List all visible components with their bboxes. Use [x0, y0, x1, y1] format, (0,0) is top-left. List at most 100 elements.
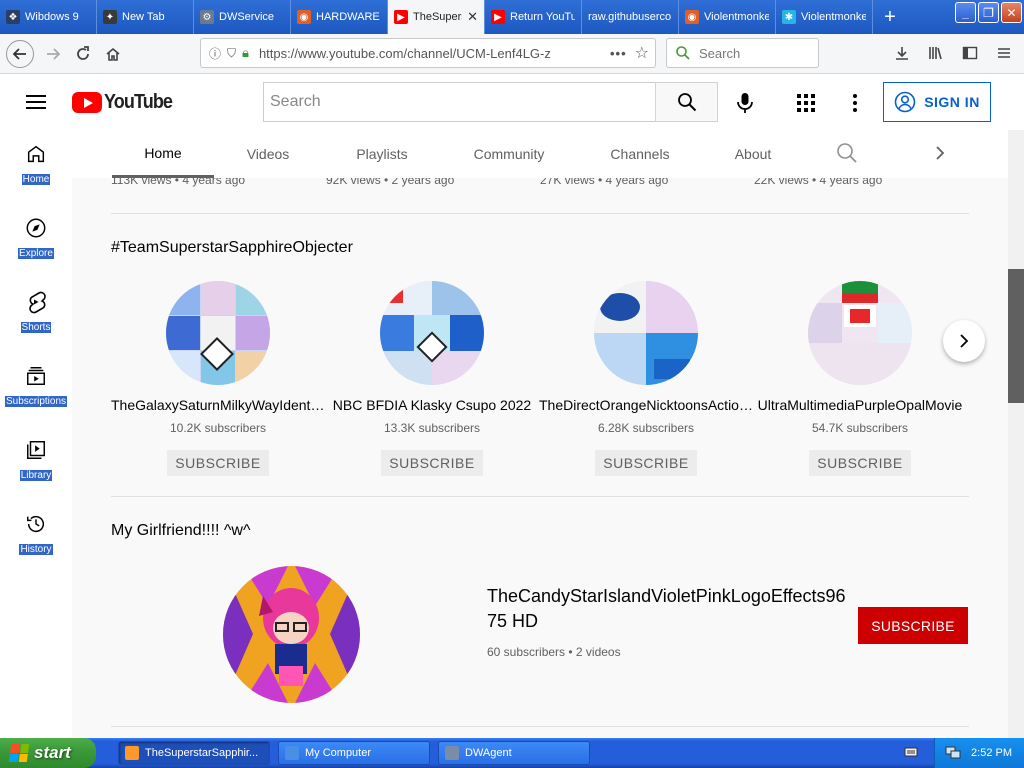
close-window-button[interactable]: ✕ [1001, 2, 1022, 23]
arrow-left-icon [12, 47, 26, 60]
address-bar[interactable]: ⓘ ⛉ 🔒︎ https://www.youtube.com/channel/U… [200, 38, 656, 68]
channel-tabs: Home Videos Playlists Community Channels… [72, 130, 1024, 178]
tab-channels[interactable]: Channels [602, 130, 678, 178]
carousel-next-button[interactable] [943, 320, 985, 362]
lock-icon[interactable]: 🔒︎ [242, 45, 249, 61]
video-meta: 92K views • 2 years ago [326, 178, 455, 187]
guide-item-subscriptions[interactable]: Subscriptions [0, 352, 72, 426]
subscribe-button[interactable]: SUBSCRIBE [381, 450, 483, 476]
channel-avatar[interactable] [380, 281, 484, 385]
settings-kebab-icon[interactable] [845, 90, 865, 116]
browser-tab[interactable]: ❖ Wibdows 9 [0, 0, 97, 34]
browser-search-field[interactable]: Search [666, 38, 819, 68]
sidebar-button[interactable] [956, 38, 984, 68]
channel-name[interactable]: UltraMultimediaPurpleOpalMovie [753, 397, 967, 413]
taskbar-task-button[interactable]: DWAgent [438, 741, 590, 765]
featured-channel-avatar[interactable] [223, 566, 360, 703]
new-tab-button[interactable]: + [873, 0, 907, 34]
youtube-search-placeholder: Search [270, 93, 321, 110]
page-scrollbar-track[interactable] [1008, 130, 1024, 738]
section-title[interactable]: #TeamSuperstarSapphireObjecter [111, 239, 353, 257]
task-app-icon [125, 746, 139, 760]
browser-search-placeholder: Search [699, 45, 741, 61]
tab-home[interactable]: Home [112, 130, 214, 178]
video-meta: 27K views • 4 years ago [540, 178, 669, 187]
channel-avatar[interactable] [594, 281, 698, 385]
youtube-logo[interactable]: YouTube [72, 91, 180, 114]
channel-avatar[interactable] [166, 281, 270, 385]
restore-button[interactable]: ❐ [978, 2, 999, 23]
tabs-scroll-right-button[interactable] [930, 142, 950, 169]
channel-name[interactable]: TheDirectOrangeNicktoonsActionCo [539, 397, 753, 413]
browser-toolbar: ⓘ ⛉ 🔒︎ https://www.youtube.com/channel/U… [0, 34, 1024, 74]
channel-avatar[interactable] [808, 281, 912, 385]
compass-icon [24, 216, 48, 240]
home-button[interactable] [98, 39, 128, 69]
tab-favicon-icon: ◉ [685, 10, 699, 24]
search-icon [837, 143, 857, 163]
voice-search-button[interactable] [732, 90, 758, 116]
subscriber-count: 10.2K subscribers [169, 421, 267, 435]
guide-item-explore[interactable]: Explore [0, 204, 72, 278]
browser-tab[interactable]: ◉ Violentmonkey [679, 0, 776, 34]
featured-subscribe-button[interactable]: SUBSCRIBE [858, 607, 968, 644]
subscribe-button[interactable]: SUBSCRIBE [809, 450, 911, 476]
downloads-button[interactable] [888, 38, 916, 68]
browser-tab[interactable]: ✦ New Tab [97, 0, 194, 34]
guide-menu-button[interactable] [24, 90, 48, 114]
tab-label: HARDWARE [316, 11, 380, 23]
apps-grid-icon[interactable] [793, 90, 819, 116]
subscribe-button[interactable]: SUBSCRIBE [595, 450, 697, 476]
network-icon[interactable] [945, 746, 961, 760]
video-meta: 22K views • 4 years ago [754, 178, 883, 187]
library-button[interactable] [922, 38, 950, 68]
bookmark-star-icon[interactable]: ☆ [635, 43, 649, 63]
page-scrollbar-thumb[interactable] [1008, 269, 1024, 403]
tab-community[interactable]: Community [462, 130, 556, 178]
section-title[interactable]: My Girlfriend!!!! ^w^ [111, 522, 250, 540]
guide-item-library[interactable]: Library [0, 426, 72, 500]
youtube-search-button[interactable] [655, 82, 718, 122]
featured-channel-name[interactable]: TheCandyStarIslandVioletPinkLogoEffects9… [487, 584, 847, 634]
keyboard-icon[interactable] [904, 745, 918, 759]
browser-tab[interactable]: ◉ HARDWARE [291, 0, 388, 34]
browser-tab[interactable]: ▶ Return YouTube [485, 0, 582, 34]
tab-playlists[interactable]: Playlists [342, 130, 422, 178]
video-meta: 113K views • 4 years ago [111, 178, 246, 187]
forward-button[interactable] [38, 39, 68, 69]
subscribe-button[interactable]: SUBSCRIBE [167, 450, 269, 476]
subscriber-count: 6.28K subscribers [597, 421, 695, 435]
browser-tab[interactable]: ▶ TheSuperstar ✕ [388, 0, 485, 34]
tab-close-icon[interactable]: ✕ [467, 9, 478, 25]
reload-button[interactable] [68, 39, 98, 69]
menu-button[interactable] [990, 38, 1018, 68]
clock[interactable]: 2:52 PM [971, 747, 1012, 759]
library-books-icon [929, 47, 942, 60]
url-text[interactable]: https://www.youtube.com/channel/UCM-Lenf… [259, 46, 602, 61]
info-icon[interactable]: ⓘ [209, 45, 221, 62]
start-label: start [34, 743, 71, 762]
browser-tab[interactable]: raw.githubuserco [582, 0, 679, 34]
tracking-protection-icon[interactable]: ⛉ [227, 46, 236, 61]
page-actions-icon[interactable]: ••• [610, 46, 627, 61]
taskbar-task-button[interactable]: My Computer [278, 741, 430, 765]
browser-tab[interactable]: ⚙ DWService [194, 0, 291, 34]
sign-in-button[interactable]: SIGN IN [883, 82, 991, 122]
tab-label: Wibdows 9 [25, 11, 79, 23]
channel-name[interactable]: NBC BFDIA Klasky Csupo 2022 [325, 397, 539, 413]
youtube-search-input[interactable]: Search [263, 82, 655, 122]
guide-item-history[interactable]: History [0, 500, 72, 574]
guide-item-home[interactable]: Home [0, 130, 72, 204]
windows-logo-icon [8, 744, 30, 762]
channel-search-button[interactable] [836, 142, 858, 169]
browser-tab[interactable]: ✱ Violentmonkey [776, 0, 873, 34]
guide-item-shorts[interactable]: Shorts [0, 278, 72, 352]
start-button[interactable]: start [0, 738, 96, 768]
channel-name[interactable]: TheGalaxySaturnMilkyWayIdents HD [111, 397, 325, 413]
tab-about[interactable]: About [722, 130, 784, 178]
minimize-button[interactable]: _ [955, 2, 976, 23]
tab-favicon-icon: ❖ [6, 10, 20, 24]
back-button[interactable] [6, 39, 34, 68]
taskbar-task-button[interactable]: TheSuperstarSapphir... [118, 741, 270, 765]
tab-videos[interactable]: Videos [232, 130, 304, 178]
